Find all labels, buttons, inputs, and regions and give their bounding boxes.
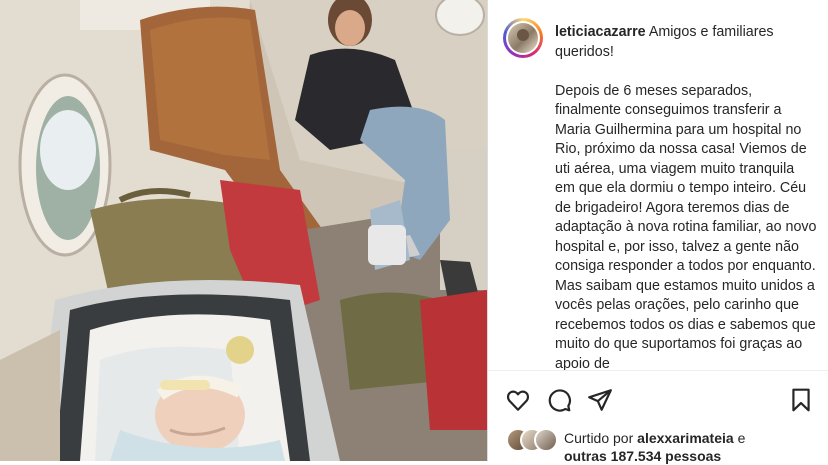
bookmark-icon[interactable] xyxy=(788,387,814,413)
likes-prefix: Curtido por xyxy=(564,430,634,446)
likes-summary: Curtido por alexxarimateia e outras 187.… xyxy=(564,429,824,465)
avatar-ring-inner xyxy=(506,21,540,55)
photo-airplane-cabin xyxy=(0,0,487,461)
caption-area: leticiacazarre Amigos e familiares queri… xyxy=(488,0,828,370)
post-sidebar: leticiacazarre Amigos e familiares queri… xyxy=(487,0,828,461)
caption-body: Depois de 6 meses separados, finalmente … xyxy=(555,82,817,371)
post-photo[interactable] xyxy=(0,0,487,461)
heart-icon[interactable] xyxy=(505,387,531,413)
post-caption: leticiacazarre Amigos e familiares queri… xyxy=(555,23,817,370)
avatar-image xyxy=(508,23,538,53)
avatar[interactable] xyxy=(503,18,543,58)
username-link[interactable]: leticiacazarre xyxy=(555,24,646,40)
likes-middle: e xyxy=(737,430,746,446)
liker-avatar xyxy=(534,428,558,452)
instagram-post: leticiacazarre Amigos e familiares queri… xyxy=(0,0,828,464)
comment-icon[interactable] xyxy=(546,387,572,413)
likes-others-link[interactable]: outras 187.534 pessoas xyxy=(564,448,721,464)
liker-username-link[interactable]: alexxarimateia xyxy=(637,430,734,446)
share-icon[interactable] xyxy=(587,387,613,413)
